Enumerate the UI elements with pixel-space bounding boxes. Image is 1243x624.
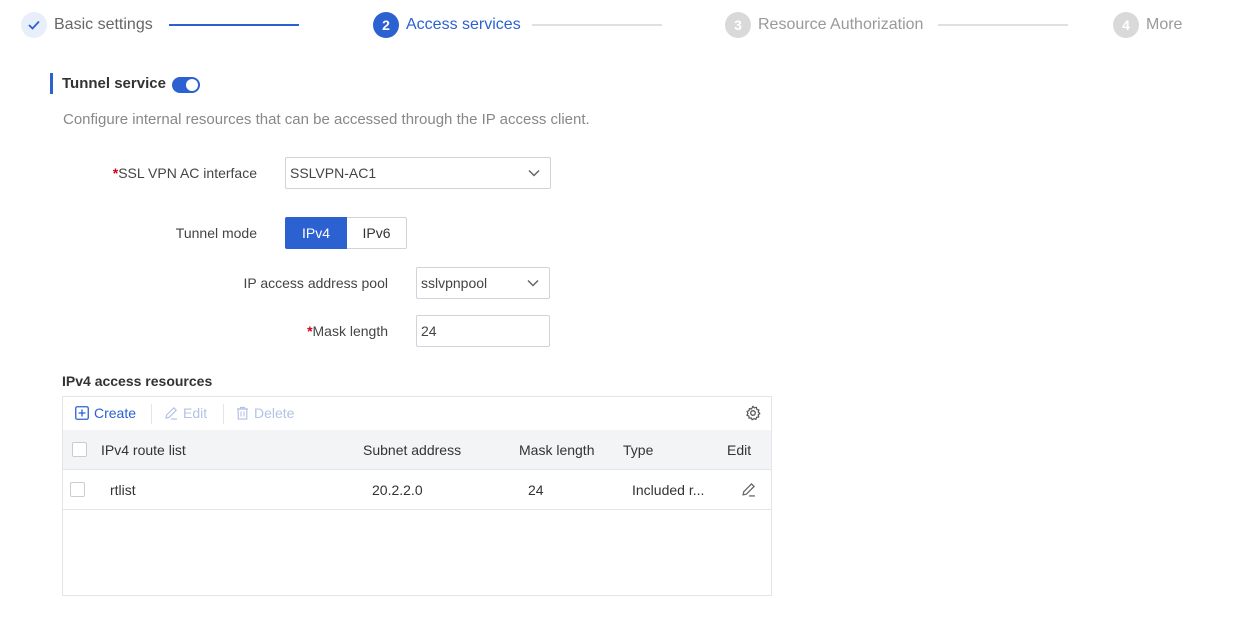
section-accent-bar [50, 73, 53, 94]
mask-length-value: 24 [421, 323, 437, 339]
step-label: Access services [406, 16, 521, 33]
toolbar-divider [223, 404, 224, 424]
address-pool-select[interactable]: sslvpnpool [416, 267, 550, 299]
tunnel-mode-segmented: IPv4 IPv6 [285, 217, 407, 249]
cell-mask-length: 24 [528, 482, 544, 498]
section-description: Configure internal resources that can be… [63, 111, 590, 128]
step-number: 3 [725, 12, 751, 38]
table-row[interactable]: rtlist 20.2.2.0 24 Included r... [63, 470, 771, 510]
tunnel-mode-ipv4-button[interactable]: IPv4 [285, 217, 347, 249]
edit-button-label: Edit [183, 405, 208, 421]
row-checkbox[interactable] [70, 482, 85, 497]
section-title: Tunnel service [62, 75, 166, 92]
step-access-services[interactable]: 2 Access services [373, 12, 521, 38]
gear-icon[interactable] [745, 405, 761, 421]
ac-interface-label-text: SSL VPN AC interface [118, 165, 257, 181]
mask-length-label-text: Mask length [312, 323, 388, 339]
step-connector [532, 24, 662, 26]
cell-type: Included r... [632, 482, 705, 498]
chevron-down-icon [528, 169, 540, 177]
tunnel-service-toggle[interactable] [172, 77, 200, 93]
step-resource-authorization[interactable]: 3 Resource Authorization [725, 12, 923, 38]
tunnel-mode-ipv6-button[interactable]: IPv6 [347, 217, 407, 249]
column-header-subnet: Subnet address [363, 442, 462, 458]
mask-length-input[interactable]: 24 [416, 315, 550, 347]
step-number: 4 [1113, 12, 1139, 38]
column-header-edit: Edit [727, 442, 752, 458]
step-number: 2 [373, 12, 399, 38]
ac-interface-value: SSLVPN-AC1 [290, 165, 377, 181]
cell-route-list: rtlist [110, 482, 136, 498]
plus-square-icon [75, 406, 89, 420]
select-all-checkbox[interactable] [72, 442, 87, 457]
ac-interface-select[interactable]: SSLVPN-AC1 [285, 157, 551, 189]
check-icon [21, 12, 47, 38]
ipv4-resources-table: Create Edit Delete IPv4 route list Subne… [62, 396, 772, 596]
column-header-route-list: IPv4 route list [101, 442, 186, 458]
table-toolbar: Create Edit Delete [63, 397, 771, 430]
address-pool-value: sslvpnpool [421, 275, 488, 291]
delete-button[interactable]: Delete [236, 405, 294, 421]
step-more[interactable]: 4 More [1113, 12, 1182, 38]
pencil-icon [165, 406, 178, 420]
step-connector [169, 24, 299, 26]
toolbar-divider [151, 404, 152, 424]
column-header-type: Type [623, 442, 654, 458]
address-pool-label: IP access address pool [243, 275, 389, 291]
delete-button-label: Delete [254, 405, 295, 421]
chevron-down-icon [527, 279, 539, 287]
step-label: Basic settings [54, 16, 153, 33]
pencil-icon[interactable] [741, 482, 756, 497]
table-header: IPv4 route list Subnet address Mask leng… [63, 430, 771, 470]
step-basic-settings[interactable]: Basic settings [21, 12, 153, 38]
mask-length-label: *Mask length [307, 323, 388, 339]
ac-interface-label: *SSL VPN AC interface [113, 165, 257, 181]
tunnel-mode-label: Tunnel mode [175, 225, 257, 241]
column-header-mask-length: Mask length [519, 442, 595, 458]
step-label: More [1146, 16, 1183, 33]
table-title: IPv4 access resources [62, 373, 213, 389]
trash-icon [237, 406, 248, 420]
step-label: Resource Authorization [758, 16, 924, 33]
cell-subnet: 20.2.2.0 [372, 482, 423, 498]
edit-button[interactable]: Edit [164, 405, 207, 421]
step-connector [938, 24, 1068, 26]
create-button-label: Create [94, 405, 137, 421]
create-button[interactable]: Create [75, 405, 136, 421]
